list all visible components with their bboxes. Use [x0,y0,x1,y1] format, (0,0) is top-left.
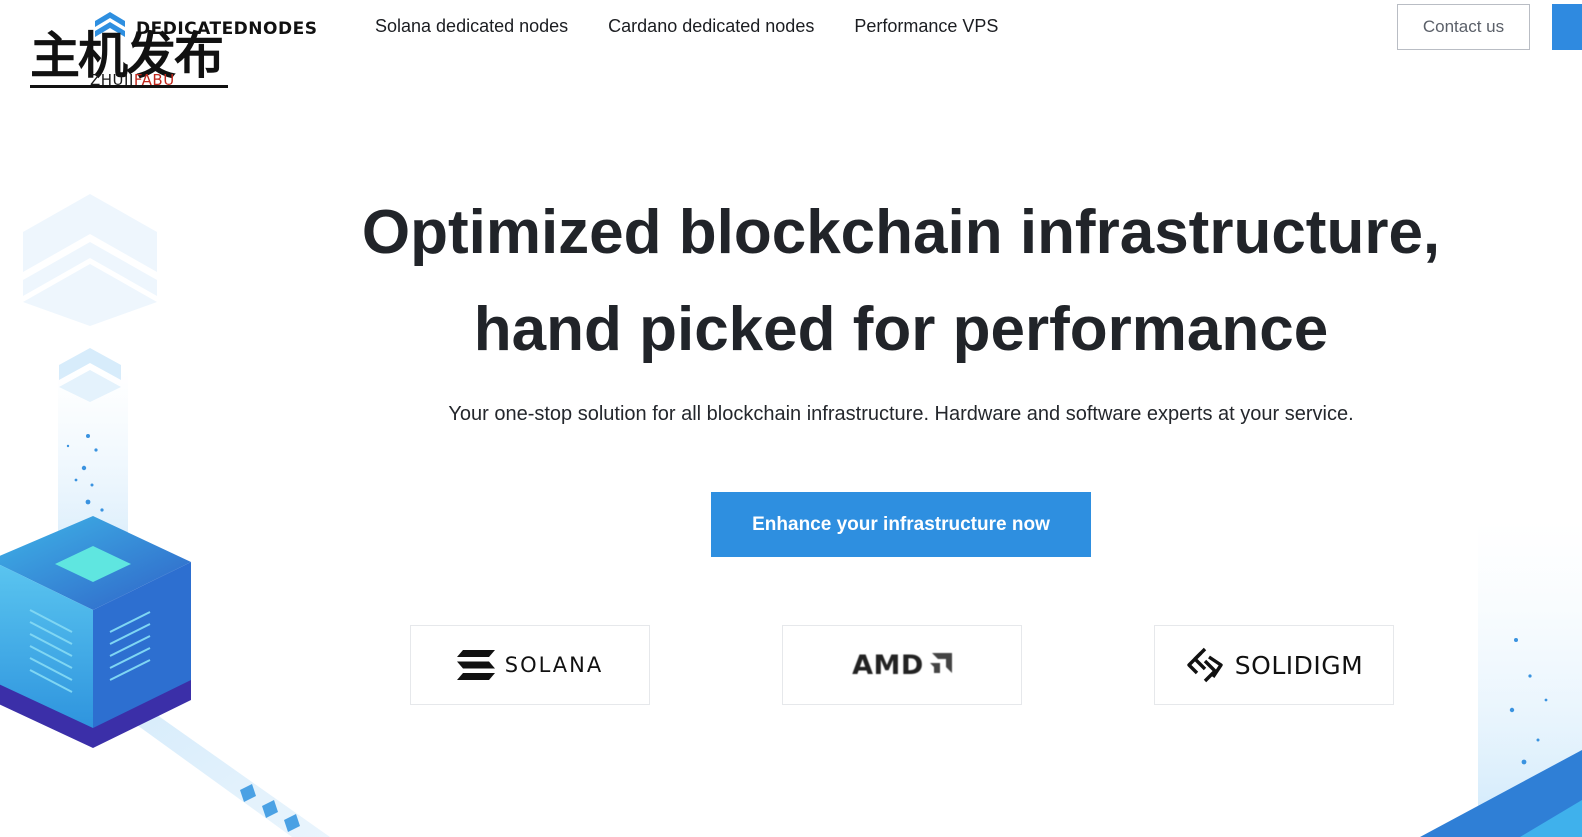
cut-off-header-button[interactable] [1552,4,1582,50]
site-header: DEDICATEDNODES 主机发布 ZHUJIFABU Solana ded… [0,0,1582,88]
server-cube-illustration [0,194,330,837]
partner-card-amd: AMD [782,625,1022,705]
hero-subtitle: Your one-stop solution for all blockchai… [448,403,1354,425]
landing-page: DEDICATEDNODES 主机发布 ZHUJIFABU Solana ded… [0,0,1582,837]
hero-title-line-1: Optimized blockchain infrastructure, [361,198,1441,267]
nav-item-cardano[interactable]: Cardano dedicated nodes [608,16,814,37]
partner-name-solidigm: SOLIDIGM [1234,650,1364,680]
partner-card-solana: SOLANA [410,625,650,705]
nav-item-performance-vps[interactable]: Performance VPS [854,16,998,37]
solana-logo-icon [456,650,495,680]
hero-title-line-2: hand picked for performance [473,295,1329,364]
solidigm-logo-icon [1187,647,1223,683]
enhance-infrastructure-button[interactable]: Enhance your infrastructure now [711,492,1091,557]
contact-button[interactable]: Contact us [1397,4,1530,50]
watermark-underline [30,85,228,88]
corner-pillar-illustration [1420,520,1582,837]
amd-arrow-icon [929,653,952,673]
partner-card-solidigm: SOLIDIGM [1154,625,1394,705]
partner-name-solana: SOLANA [504,653,604,677]
hero-title: Optimized blockchain infrastructure, han… [300,184,1502,378]
watermark-overlay: 主机发布 ZHUJIFABU [30,26,235,92]
partner-name-amd: AMD [852,649,924,681]
main-nav: Solana dedicated nodes Cardano dedicated… [375,16,998,37]
nav-item-solana[interactable]: Solana dedicated nodes [375,16,568,37]
